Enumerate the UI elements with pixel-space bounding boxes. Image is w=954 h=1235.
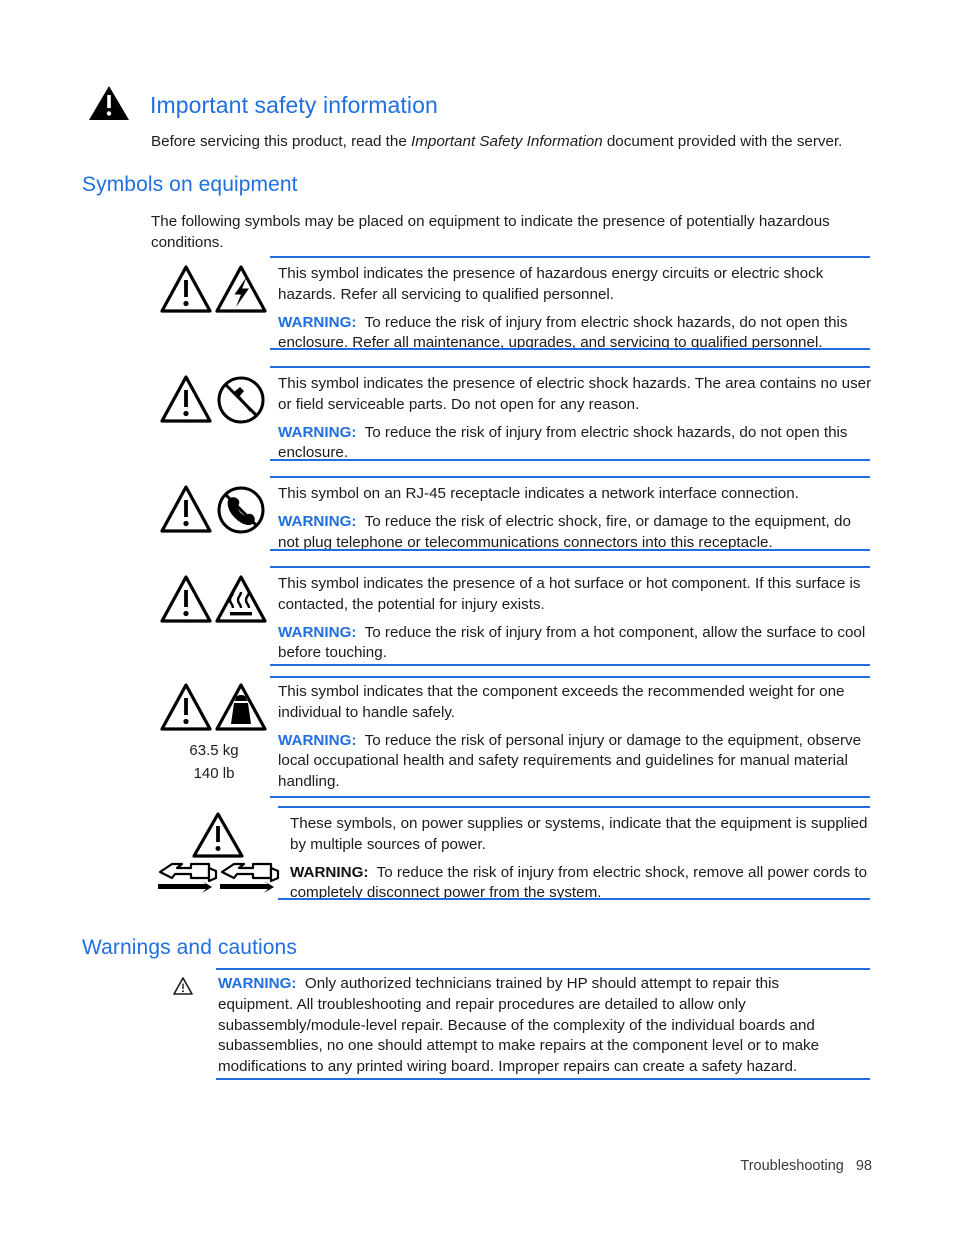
warning-label: WARNING:	[278, 623, 357, 641]
document-page: Important safety information Before serv…	[0, 0, 954, 1235]
warning-exclamation-triangle-icon	[160, 683, 212, 731]
section-heading-warnings-cautions: Warnings and cautions	[82, 936, 297, 959]
warnings-cautions-text: WARNING: Only authorized technicians tra…	[218, 974, 858, 1078]
row-divider	[270, 476, 870, 478]
warning-text: To reduce the risk of injury from electr…	[290, 863, 868, 902]
row-icons	[160, 574, 268, 631]
warning-label: WARNING:	[278, 731, 357, 749]
row-divider	[270, 549, 870, 551]
heavy-weight-triangle-icon	[215, 683, 267, 731]
section-heading-symbols: Symbols on equipment	[82, 173, 298, 196]
warning-exclamation-triangle-icon	[160, 265, 212, 313]
row-description: This symbol on an RJ-45 receptacle indic…	[278, 485, 799, 502]
row-icon-group	[160, 265, 267, 313]
warning-text: To reduce the risk of injury from a hot …	[278, 623, 866, 662]
row-warning: WARNING: To reduce the risk of injury fr…	[278, 623, 872, 665]
row-icons	[160, 484, 268, 541]
warning-triangle-outline-icon	[173, 977, 193, 995]
warning-text: To reduce the risk of electric shock, fi…	[278, 512, 851, 551]
warning-label: WARNING:	[290, 863, 369, 881]
no-telephone-circle-icon	[217, 486, 265, 534]
warning-text: To reduce the risk of injury from electr…	[278, 313, 848, 352]
row-icon-group	[158, 812, 280, 893]
row-icons	[160, 264, 268, 321]
row-warning: WARNING: To reduce the risk of injury fr…	[278, 423, 872, 465]
row-icons	[152, 810, 284, 899]
warning-exclamation-triangle-icon	[192, 812, 244, 858]
paragraph-suffix: document provided with the server.	[602, 133, 843, 150]
row-divider	[270, 566, 870, 568]
row-text: This symbol indicates that the component…	[278, 682, 872, 793]
power-cord-plug-icon	[220, 862, 280, 893]
warning-label: WARNING:	[218, 975, 297, 992]
row-icon-group	[160, 375, 265, 424]
row-description: This symbol indicates the presence of a …	[278, 575, 861, 613]
row-text: This symbol indicates the presence of ha…	[278, 264, 872, 354]
row-description: This symbol indicates the presence of el…	[278, 375, 872, 413]
row-description: This symbol indicates that the component…	[278, 683, 845, 721]
row-icons: 63.5 kg 140 lb	[160, 682, 268, 785]
row-divider	[270, 459, 870, 461]
weight-imperial-label: 140 lb	[193, 765, 235, 782]
warning-label: WARNING:	[278, 512, 357, 530]
page-title: Important safety information	[150, 92, 438, 118]
warning-label: WARNING:	[278, 313, 357, 331]
row-text: These symbols, on power supplies or syst…	[290, 814, 872, 904]
row-divider	[270, 256, 870, 258]
row-divider	[270, 796, 870, 798]
warning-exclamation-triangle-icon	[160, 485, 212, 533]
hot-surface-triangle-icon	[215, 575, 267, 623]
power-cord-plug-icon	[158, 862, 218, 893]
warning-text: To reduce the risk of personal injury or…	[278, 731, 862, 791]
warnings-cautions-divider-top	[216, 968, 870, 970]
weight-metric-label: 63.5 kg	[189, 742, 239, 759]
row-description: These symbols, on power supplies or syst…	[290, 815, 868, 853]
row-divider	[270, 348, 870, 350]
row-divider	[270, 664, 870, 666]
row-warning: WARNING: To reduce the risk of electric …	[278, 512, 872, 554]
row-divider	[270, 366, 870, 368]
no-screwdriver-circle-icon	[217, 376, 265, 424]
row-icons	[160, 374, 268, 431]
row-divider	[270, 676, 870, 678]
row-icon-group	[160, 575, 267, 623]
page-footer: Troubleshooting 98	[740, 1158, 872, 1174]
row-warning: WARNING: To reduce the risk of personal …	[278, 731, 872, 793]
row-text: This symbol indicates the presence of el…	[278, 374, 872, 464]
row-icon-group	[160, 485, 265, 534]
row-description: This symbol indicates the presence of ha…	[278, 265, 824, 303]
warning-triangle-solid-icon	[89, 86, 129, 120]
warning-exclamation-triangle-icon	[160, 375, 212, 423]
row-divider	[278, 806, 870, 808]
row-divider	[278, 898, 870, 900]
important-safety-paragraph: Before servicing this product, read the …	[151, 131, 891, 152]
paragraph-prefix: Before servicing this product, read the	[151, 133, 412, 150]
row-icon-group	[160, 683, 267, 731]
footer-chapter-label: Troubleshooting	[740, 1158, 844, 1174]
paragraph-italic-title: Important Safety Information	[411, 133, 603, 150]
warning-text: Only authorized technicians trained by H…	[218, 975, 820, 1076]
footer-page-number: 98	[855, 1158, 872, 1174]
row-text: This symbol indicates the presence of a …	[278, 574, 872, 664]
electric-shock-lightning-triangle-icon	[215, 265, 267, 313]
warning-exclamation-triangle-icon	[160, 575, 212, 623]
row-text: This symbol on an RJ-45 receptacle indic…	[278, 484, 872, 553]
warnings-cautions-divider-bottom	[216, 1078, 870, 1080]
symbols-intro-paragraph: The following symbols may be placed on e…	[151, 213, 830, 251]
warning-label: WARNING:	[278, 423, 357, 441]
warning-text: To reduce the risk of injury from electr…	[278, 423, 848, 462]
